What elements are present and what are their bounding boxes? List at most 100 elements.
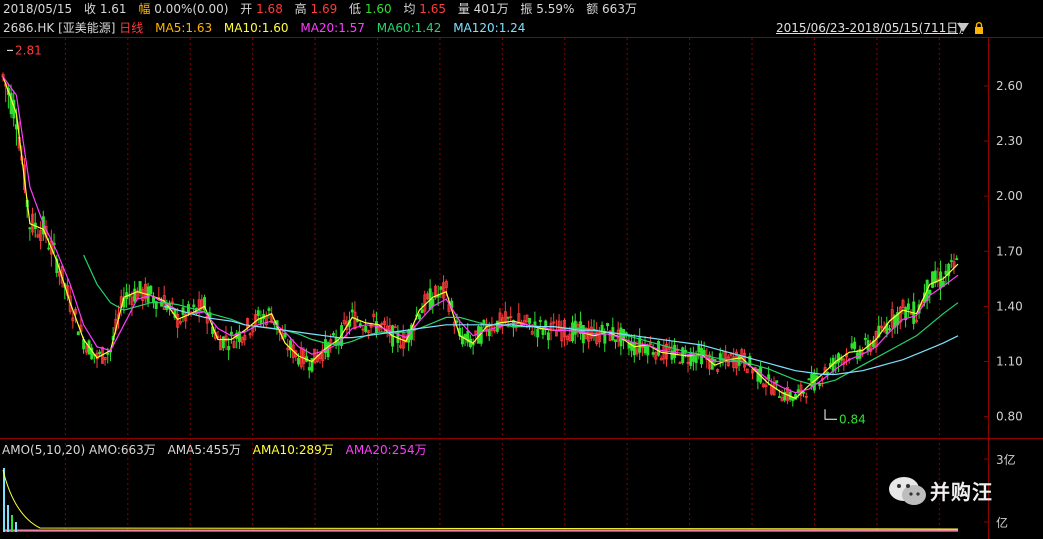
lock-icon[interactable] (974, 22, 984, 34)
y-tick-label: 0.80 (996, 410, 1023, 424)
candle-body (439, 286, 443, 290)
candle-body (646, 344, 650, 356)
high-label: 高 (294, 2, 307, 16)
candle-body (463, 334, 467, 339)
candle-body (221, 336, 225, 349)
candle-body (544, 320, 548, 328)
open-label: 开 (240, 2, 253, 16)
candle-body (807, 378, 811, 381)
low-label: 低 (349, 2, 362, 16)
candle-body (697, 344, 701, 353)
candle-body (297, 357, 301, 365)
period-selector[interactable]: 日线 (119, 21, 143, 35)
ma20-value: MA20:1.57 (300, 21, 365, 35)
candle-body (47, 247, 51, 250)
candle-body (802, 391, 806, 394)
amo-tick-label: 亿 (996, 515, 1008, 530)
candle-body (630, 341, 634, 351)
y-axis-ticks: 2.60 2.30 2.00 1.70 1.40 1.10 0.80 (984, 79, 1023, 424)
stock-code: 2686.HK (3, 21, 55, 35)
candle-body (149, 285, 153, 295)
avg-label: 均 (403, 2, 416, 16)
amplitude-value: 5.59% (536, 2, 575, 16)
candle-body (267, 308, 271, 311)
candle-body (283, 333, 287, 338)
candle-body (673, 344, 677, 358)
date-range-link[interactable]: 2015/06/23-2018/05/15(711日) (776, 19, 963, 37)
candle-body (906, 303, 910, 310)
candle-body (98, 351, 102, 355)
candle-body (364, 326, 368, 332)
candle-body (863, 337, 867, 340)
amo-bar (11, 515, 13, 532)
candle-body (538, 320, 542, 322)
y-tick-label: 2.30 (996, 134, 1023, 148)
candle-body (186, 304, 190, 313)
candle-body (850, 343, 854, 349)
candle-body (133, 288, 137, 302)
candle-body (643, 344, 647, 354)
quote-date: 2018/05/15 (3, 2, 73, 16)
high-value: 1.69 (310, 2, 338, 16)
candle-body (227, 345, 231, 351)
candle-body (775, 380, 779, 384)
candle-body (837, 353, 841, 363)
candle-body (469, 338, 472, 348)
candle-body (76, 331, 80, 336)
close-value: 1.61 (99, 2, 127, 16)
y-tick-label: 1.70 (996, 244, 1023, 258)
close-label: 收 (84, 2, 97, 16)
candle-body (192, 304, 196, 308)
candle-body (632, 341, 636, 356)
candle-body (888, 328, 892, 330)
avg-value: 1.65 (419, 2, 446, 16)
quote-bar: 2018/05/15 收 1.61 幅 0.00%(0.00) 开 1.68 高… (0, 0, 1043, 18)
ama5-value: AMA5:455万 (167, 443, 241, 457)
candle-body (259, 318, 263, 325)
amo-value: AMO:663万 (89, 443, 156, 457)
ama10-value: AMA10:289万 (252, 443, 334, 457)
candle-body (949, 260, 953, 263)
chart-frame (0, 37, 1043, 539)
candle-body (138, 281, 142, 293)
candle-body (506, 316, 510, 319)
candle-body (106, 352, 110, 355)
candle-body (495, 320, 499, 332)
low-value: 1.60 (364, 2, 392, 16)
y-tick-label: 2.60 (996, 79, 1023, 93)
candle-body (767, 374, 771, 380)
candle-body (603, 334, 607, 344)
ma60-value: MA60:1.42 (376, 21, 442, 35)
ma10-value: MA10:1.60 (223, 21, 289, 35)
open-value: 1.68 (256, 2, 283, 16)
candle-body (955, 258, 959, 261)
candle-body (229, 331, 233, 335)
range-dropdown-icon[interactable] (957, 23, 969, 32)
amo-name: AMO(5,10,20) (2, 443, 86, 457)
ma120-value: MA120:1.24 (453, 21, 526, 35)
amount-value: 663万 (602, 2, 637, 16)
candle-body (28, 227, 32, 230)
candle-body (614, 339, 618, 343)
candle-body (417, 314, 421, 319)
ama20-value: AMA20:254万 (345, 443, 427, 457)
candle-body (350, 309, 354, 313)
watermark-text: 并购汪 (930, 480, 993, 504)
candle-body (933, 270, 937, 284)
candle-body (536, 328, 540, 338)
amo-tick-label: 3亿 (996, 452, 1016, 467)
y-tick-label: 1.10 (996, 355, 1023, 369)
candle-body (651, 352, 655, 355)
candle-body (694, 354, 698, 364)
candle-body (777, 396, 781, 398)
low-marker (824, 409, 838, 420)
candle-body (853, 341, 857, 350)
candle-body (487, 330, 491, 337)
candle-body (713, 359, 717, 362)
candle-body (455, 320, 459, 323)
amplitude-label: 振 (520, 2, 533, 16)
candle-body (944, 270, 948, 275)
chart-annotations: 2.81 0.84 (7, 43, 866, 426)
candle-body (431, 298, 435, 307)
high-annotation: 2.81 (15, 43, 42, 57)
